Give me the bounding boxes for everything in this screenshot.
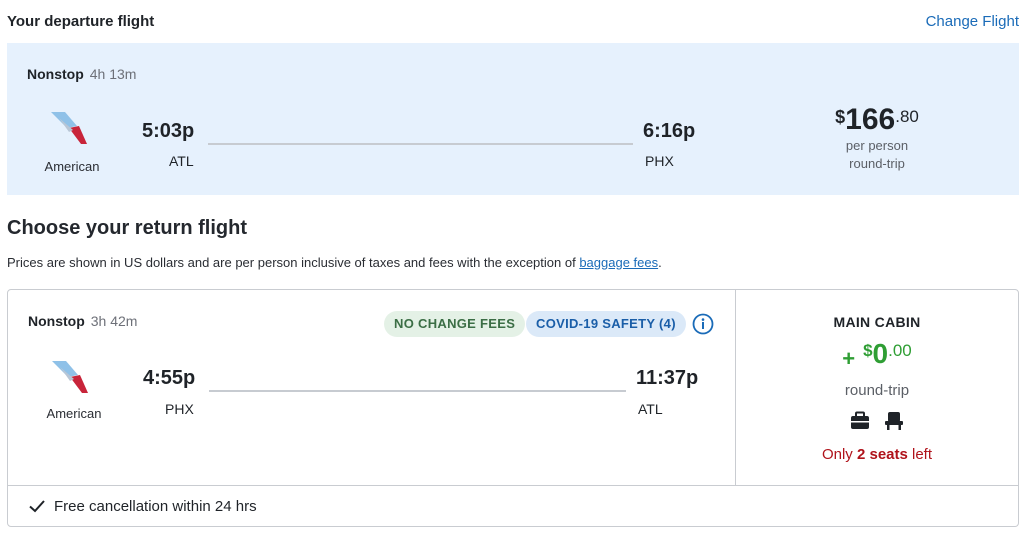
return-duration: 3h 42m xyxy=(90,313,138,329)
free-cancellation-text: Free cancellation within 24 hrs xyxy=(54,497,257,515)
departure-price: $166.80 per person round-trip xyxy=(817,105,937,173)
cabin-amenities xyxy=(736,410,1018,432)
covid-safety-badge[interactable]: COVID-19 SAFETY (4) xyxy=(526,311,686,337)
seats-left: Only 2 seats left xyxy=(736,446,1018,463)
price-round-trip: round-trip xyxy=(849,156,905,171)
seat-icon xyxy=(885,412,903,430)
price-disclaimer: Prices are shown in US dollars and are p… xyxy=(7,255,662,270)
free-cancellation: Free cancellation within 24 hrs xyxy=(28,497,257,515)
american-airlines-logo xyxy=(52,361,88,393)
seats-count: 2 seats xyxy=(856,446,908,463)
departure-airline: American xyxy=(44,159,100,174)
return-stops: Nonstop xyxy=(28,313,85,329)
plus-sign: + xyxy=(842,345,856,371)
no-change-fees-badge: NO CHANGE FEES xyxy=(384,311,526,337)
return-arrive-code: ATL xyxy=(638,401,663,417)
seats-suffix: left xyxy=(907,446,933,463)
departure-depart-code: ATL xyxy=(169,153,194,169)
return-flight-card[interactable]: Nonstop 3h 42m NO CHANGE FEES COVID-19 SA… xyxy=(7,289,1019,527)
disclaimer-text: Prices are shown in US dollars and are p… xyxy=(7,255,580,270)
departure-flight-card: Nonstop 4h 13m American 5:03p ATL 6:16p P… xyxy=(7,43,1019,195)
seats-prefix: Only xyxy=(821,446,857,463)
return-route-line xyxy=(209,390,626,392)
change-flight-link[interactable]: Change Flight xyxy=(926,13,1019,30)
price-whole: 0 xyxy=(872,338,889,369)
price-cents: .80 xyxy=(895,107,919,126)
return-depart-time: 4:55p xyxy=(143,367,196,389)
price-cents: .00 xyxy=(888,341,912,360)
american-airlines-logo xyxy=(51,112,87,144)
departure-route-line xyxy=(208,143,633,145)
departure-header: Your departure flight Change Flight xyxy=(7,13,1019,33)
departure-stops-info: Nonstop 4h 13m xyxy=(27,66,136,82)
price-whole: 166 xyxy=(845,103,896,136)
briefcase-icon xyxy=(851,411,869,429)
departure-arrive-time: 6:16p xyxy=(643,120,696,142)
main-cabin-fare[interactable]: MAIN CABIN + $0.00 round-trip Only 2 seat… xyxy=(736,290,1018,485)
departure-price-amount: $166.80 xyxy=(817,105,937,135)
disclaimer-suffix: . xyxy=(658,255,662,270)
return-airline: American xyxy=(46,406,102,421)
info-icon[interactable] xyxy=(692,313,714,335)
departure-arrive-code: PHX xyxy=(645,153,674,169)
baggage-fees-link[interactable]: baggage fees xyxy=(579,255,658,270)
departure-stops: Nonstop xyxy=(27,66,84,82)
return-depart-code: PHX xyxy=(165,401,194,417)
return-section-title: Choose your return flight xyxy=(7,217,247,239)
check-icon xyxy=(29,500,45,513)
price-per-person: per person xyxy=(845,138,909,153)
return-stops-info: Nonstop 3h 42m xyxy=(28,313,137,329)
currency-symbol: $ xyxy=(863,341,873,360)
return-arrive-time: 11:37p xyxy=(636,367,699,389)
cabin-name: MAIN CABIN xyxy=(833,314,921,330)
departure-title: Your departure flight xyxy=(7,13,155,30)
departure-depart-time: 5:03p xyxy=(142,120,195,142)
currency-symbol: $ xyxy=(835,107,846,127)
departure-duration: 4h 13m xyxy=(89,66,137,82)
cabin-round-trip: round-trip xyxy=(844,382,910,399)
card-footer-divider xyxy=(8,485,1018,486)
cabin-price: + $0.00 xyxy=(736,340,1018,370)
